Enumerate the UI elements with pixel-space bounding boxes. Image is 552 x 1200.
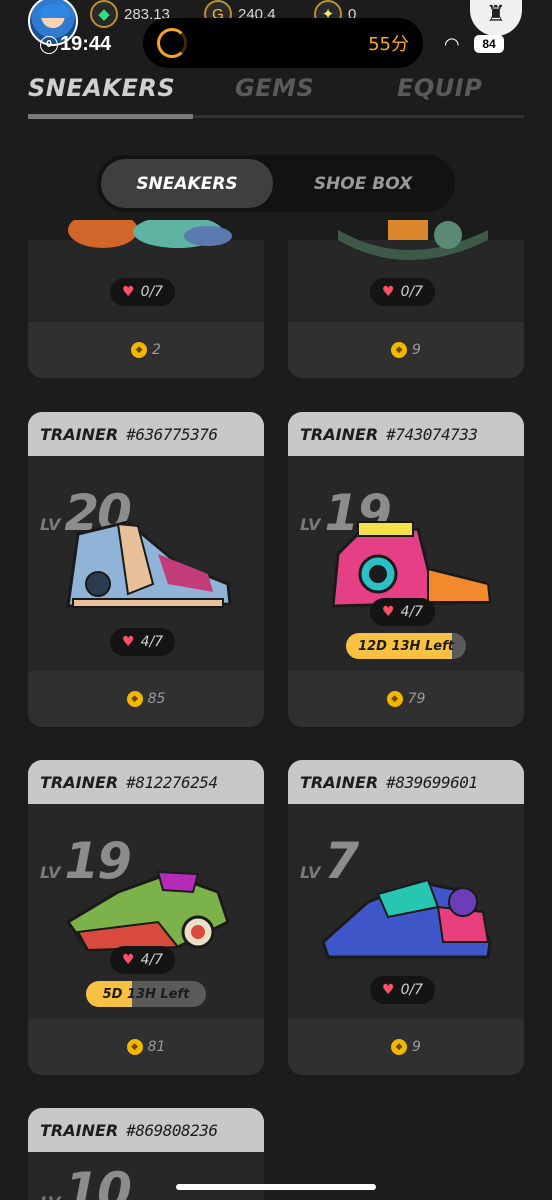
mint-count-value: 85 [147,691,166,707]
sneakers-inventory-screen: ◆ 283.13 G 240.4 ✦ 0 ♜ 0 19:44 55分 ◠ 84 … [0,0,552,1200]
cooldown-bar: 5D 13H Left [86,981,206,1007]
heart-icon: ♥ [382,604,395,620]
durability-pill: ♥ 4/7 [370,598,436,626]
top-bar: ◆ 283.13 G 240.4 ✦ 0 ♜ 0 19:44 55分 ◠ 84 [0,0,552,70]
sneaker-id: #743074733 [386,424,478,444]
sneaker-type: TRAINER [40,1120,119,1140]
subtab-sneakers[interactable]: SNEAKERS [101,159,273,208]
card-body: LV 20 ♥ 4/7 [28,456,264,671]
durability-value: 0/7 [400,284,424,300]
tab-sneakers[interactable]: SNEAKERS [28,74,175,102]
durability-value: 4/7 [400,604,424,620]
main-tabs: SNEAKERS GEMS EQUIP [0,72,552,120]
sneaker-image [68,220,232,248]
sneaker-image [321,878,492,959]
sneaker-image [66,520,232,608]
active-tab-indicator [28,114,193,119]
sneaker-card-partial-1[interactable]: ♥ 0/7 ◆ 2 [28,220,264,378]
sneaker-grid: ♥ 0/7 ◆ 2 ♥ 0/7 ◆ 9 TRAINER #636775376 L… [0,220,552,1200]
heart-icon: ♥ [382,284,395,300]
mint-count-value: 79 [407,691,426,707]
sneaker-type: TRAINER [300,424,379,444]
durability-pill: ♥ 4/7 [110,628,176,656]
island-timer-text: 55分 [368,34,409,55]
time-badge: 0 [40,35,58,54]
time-text: 19:44 [60,33,112,55]
mint-icon: ◆ [391,342,408,358]
card-header: TRAINER #839699601 [288,760,524,804]
mint-icon: ◆ [131,342,148,358]
sub-tabs: SNEAKERS SHOE BOX [97,155,455,212]
sneaker-card[interactable]: TRAINER #743074733 LV 19 ♥ 4/7 12D 13H L… [288,412,524,727]
mint-count-value: 9 [412,1039,421,1055]
mint-icon: ◆ [126,1039,143,1055]
card-header: TRAINER #869808236 [28,1108,264,1152]
castle-icon[interactable]: ♜ [470,0,522,36]
durability-value: 4/7 [140,952,164,968]
level-value: 10 [64,1162,132,1200]
mint-count-value: 2 [152,342,161,358]
heart-icon: ♥ [122,284,135,300]
battery-indicator: 84 [474,35,504,53]
mint-count: ◆ 81 [28,1019,264,1075]
durability-value: 4/7 [140,634,164,650]
sneaker-image [338,220,488,260]
gem-icon: ◆ [90,0,118,28]
card-body: LV 10 [28,1152,264,1200]
heart-icon: ♥ [382,982,395,998]
level-display: LV 10 [40,1162,132,1200]
durability-value: 0/7 [400,982,424,998]
sneaker-id: #869808236 [126,1120,218,1140]
durability-pill: ♥ 4/7 [110,946,176,974]
wifi-icon: ◠ [444,34,460,55]
sneaker-id: #636775376 [126,424,218,444]
subtab-shoe-box[interactable]: SHOE BOX [277,159,449,208]
mint-icon: ◆ [391,1039,408,1055]
durability-pill: ♥ 0/7 [370,278,436,306]
mint-count: ◆ 9 [288,322,524,378]
sneaker-card[interactable]: TRAINER #636775376 LV 20 ♥ 4/7 ◆ 85 [28,412,264,727]
sneaker-card[interactable]: TRAINER #812276254 LV 19 ♥ 4/7 5D 13H Le… [28,760,264,1075]
cooldown-text: 12D 13H Left [358,638,454,654]
sneaker-card-partial-2[interactable]: ♥ 0/7 ◆ 9 [288,220,524,378]
cooldown-bar: 12D 13H Left [346,633,466,659]
mint-count: ◆ 79 [288,671,524,727]
card-header: TRAINER #743074733 [288,412,524,456]
sneaker-type: TRAINER [40,772,119,792]
sneaker-type: TRAINER [40,424,119,444]
tab-equip[interactable]: EQUIP [397,74,482,102]
card-body: LV 7 ♥ 0/7 [288,804,524,1019]
card-header: TRAINER #812276254 [28,760,264,804]
mint-count: ◆ 9 [288,1019,524,1075]
tab-gems[interactable]: GEMS [235,74,314,102]
card-body: LV 19 ♥ 4/7 12D 13H Left [288,456,524,671]
mint-count-value: 81 [147,1039,166,1055]
timer-icon [157,28,187,58]
mint-count: ◆ 2 [28,322,264,378]
durability-pill: ♥ 0/7 [110,278,176,306]
sneaker-id: #839699601 [386,772,478,792]
card-body: LV 19 ♥ 4/7 5D 13H Left [28,804,264,1019]
durability-pill: ♥ 0/7 [370,976,436,1004]
sneaker-card[interactable]: TRAINER #839699601 LV 7 ♥ 0/7 ◆ 9 [288,760,524,1075]
mint-count-value: 9 [412,342,421,358]
heart-icon: ♥ [122,634,135,650]
mint-icon: ◆ [386,691,403,707]
status-time: 0 19:44 [40,33,111,56]
card-header: TRAINER #636775376 [28,412,264,456]
mint-icon: ◆ [126,691,143,707]
sneaker-id: #812276254 [126,772,218,792]
durability-value: 0/7 [140,284,164,300]
cooldown-text: 5D 13H Left [102,986,190,1002]
level-label: LV [40,1193,60,1200]
sneaker-type: TRAINER [300,772,379,792]
dynamic-island[interactable]: 55分 [143,18,423,68]
heart-icon: ♥ [122,952,135,968]
mint-count: ◆ 85 [28,671,264,727]
home-indicator[interactable] [176,1184,376,1190]
